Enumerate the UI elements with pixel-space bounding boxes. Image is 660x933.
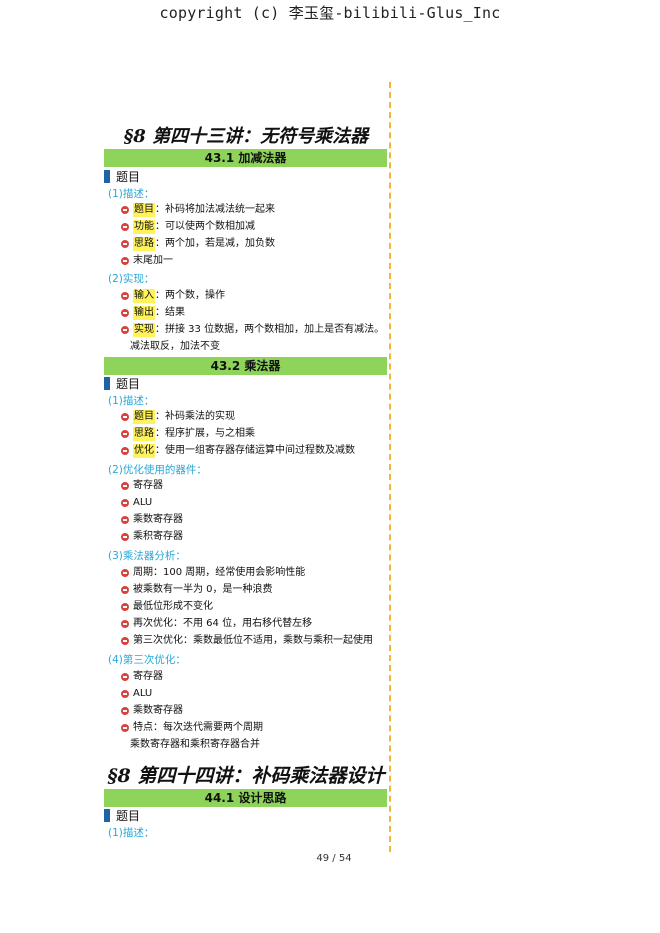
minus-circle-icon: [121, 499, 129, 507]
topic-marker: [104, 376, 110, 390]
section-bar-43-1: 43.1 加减法器: [104, 149, 387, 167]
subheading-desc: (1)描述：: [108, 188, 155, 200]
topic-heading: 题目: [104, 375, 140, 391]
minus-circle-icon: [121, 690, 129, 698]
minus-circle-icon: [121, 223, 129, 231]
list-continuation: 乘数寄存器和乘积寄存器合并: [130, 739, 260, 750]
minus-circle-icon: [121, 257, 129, 265]
list-item: 寄存器: [121, 670, 163, 684]
topic-marker: [104, 169, 110, 183]
list-item: 第三次优化：乘数最低位不适用，乘数与乘积一起使用: [121, 634, 373, 648]
list-item: 寄存器: [121, 479, 163, 493]
minus-circle-icon: [121, 447, 129, 455]
list-item: 乘积寄存器: [121, 530, 183, 544]
list-item: ALU: [121, 496, 152, 510]
subheading-desc: (1)描述：: [108, 395, 155, 407]
topic-label: 题目: [116, 169, 141, 184]
minus-circle-icon: [121, 620, 129, 628]
list-item: 思路 ：两个加，若是减，加负数: [121, 237, 275, 251]
minus-circle-icon: [121, 673, 129, 681]
list-item: 最低位形成不变化: [121, 600, 213, 614]
list-item: 输入 ：两个数，操作: [121, 289, 225, 303]
minus-circle-icon: [121, 637, 129, 645]
subheading-third: (4)第三次优化：: [108, 654, 186, 666]
minus-circle-icon: [121, 569, 129, 577]
list-item: 乘数寄存器: [121, 513, 183, 527]
margin-divider: [389, 82, 391, 852]
topic-label: 题目: [116, 376, 141, 391]
minus-circle-icon: [121, 326, 129, 334]
minus-circle-icon: [121, 430, 129, 438]
list-item: 再次优化：不用 64 位，用右移代替左移: [121, 617, 312, 631]
subheading-impl: (2)实现：: [108, 273, 155, 285]
list-item: 思路 ：程序扩展，与之相乘: [121, 427, 255, 441]
page-number: 49 / 54: [316, 853, 352, 864]
list-item: 乘数寄存器: [121, 704, 183, 718]
minus-circle-icon: [121, 516, 129, 524]
section-bar-44-1: 44.1 设计思路: [104, 789, 387, 807]
list-item: 周期：100 周期，经常使用会影响性能: [121, 566, 305, 580]
topic-heading: 题目: [104, 807, 140, 823]
subheading-analysis: (3)乘法器分析：: [108, 550, 186, 562]
topic-label: 题目: [116, 808, 141, 823]
list-item: ALU: [121, 687, 152, 701]
copyright-banner: copyright (c) 李玉玺-bilibili-Glus_Inc: [159, 4, 501, 22]
minus-circle-icon: [121, 707, 129, 715]
minus-circle-icon: [121, 533, 129, 541]
minus-circle-icon: [121, 724, 129, 732]
list-item: 末尾加一: [121, 254, 173, 268]
list-item: 特点：每次迭代需要两个周期: [121, 721, 263, 735]
list-item: 题目 ：补码将加法减法统一起来: [121, 203, 275, 217]
list-item: 优化 ：使用一组寄存器存储运算中间过程数及减数: [121, 444, 355, 458]
list-item: 输出 ：结果: [121, 306, 185, 320]
list-item: 被乘数有一半为 0，是一种浪费: [121, 583, 273, 597]
topic-heading: 题目: [104, 168, 140, 184]
chapter-title-44: §8 第四十四讲：补码乘法器设计: [107, 765, 385, 787]
minus-circle-icon: [121, 309, 129, 317]
minus-circle-icon: [121, 292, 129, 300]
minus-circle-icon: [121, 413, 129, 421]
list-item: 题目 ：补码乘法的实现: [121, 410, 235, 424]
minus-circle-icon: [121, 586, 129, 594]
subheading-parts: (2)优化使用的器件：: [108, 464, 207, 476]
section-bar-43-2: 43.2 乘法器: [104, 357, 387, 375]
list-item: 实现 ：拼接 33 位数据，两个数相加，加上是否有减法。: [121, 323, 384, 337]
subheading-desc: (1)描述：: [108, 827, 155, 839]
minus-circle-icon: [121, 603, 129, 611]
list-item: 功能 ：可以使两个数相加减: [121, 220, 255, 234]
minus-circle-icon: [121, 206, 129, 214]
list-continuation: 减法取反，加法不变: [130, 341, 220, 352]
minus-circle-icon: [121, 240, 129, 248]
minus-circle-icon: [121, 482, 129, 490]
chapter-title-43: §8 第四十三讲：无符号乘法器: [123, 126, 369, 147]
topic-marker: [104, 808, 110, 822]
